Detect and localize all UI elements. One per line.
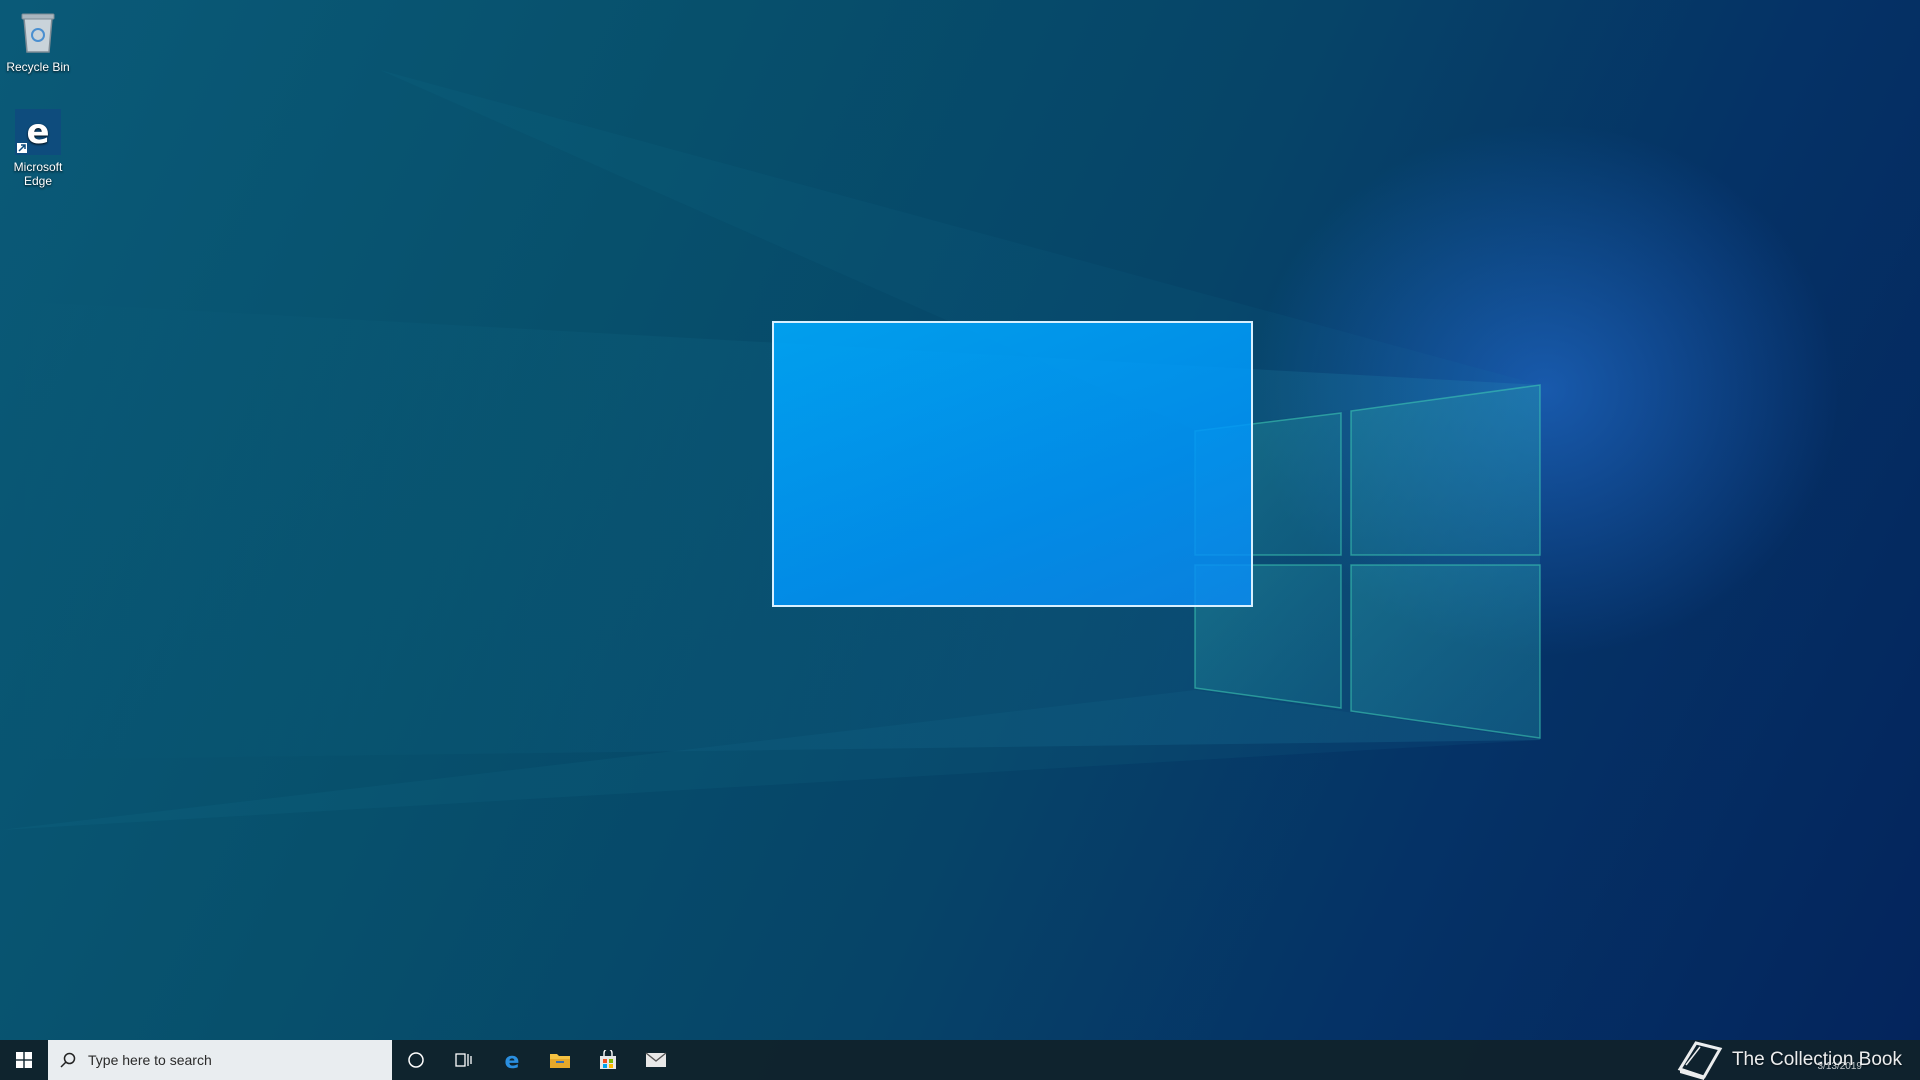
edge-icon: e xyxy=(12,106,64,158)
desktop[interactable]: Recycle Bin e Microsoft Edge Type here t… xyxy=(0,0,1920,1080)
taskbar-edge-button[interactable]: e xyxy=(488,1040,536,1080)
search-box[interactable]: Type here to search xyxy=(48,1040,392,1080)
cortana-button[interactable] xyxy=(392,1040,440,1080)
mail-icon xyxy=(645,1052,667,1067)
microsoft-edge-shortcut[interactable]: e Microsoft Edge xyxy=(1,106,75,188)
taskbar: Type here to search e The Collection Boo… xyxy=(0,1040,1920,1080)
svg-text:e: e xyxy=(26,112,49,152)
edge-icon: e xyxy=(505,1049,520,1071)
search-icon xyxy=(60,1052,76,1068)
svg-text:e: e xyxy=(505,1049,520,1071)
selection-rectangle xyxy=(772,321,1253,607)
task-view-button[interactable] xyxy=(440,1040,488,1080)
book-icon xyxy=(1677,1041,1723,1080)
microsoft-edge-label: Microsoft Edge xyxy=(13,160,63,188)
recycle-bin-shortcut[interactable]: Recycle Bin xyxy=(1,6,75,74)
cortana-icon xyxy=(408,1052,424,1068)
file-explorer-icon xyxy=(550,1054,570,1068)
search-placeholder: Type here to search xyxy=(88,1052,212,1068)
recycle-bin-icon xyxy=(12,6,64,58)
mail-button[interactable] xyxy=(632,1040,680,1080)
store-button[interactable] xyxy=(584,1040,632,1080)
store-icon xyxy=(600,1050,616,1069)
file-explorer-button[interactable] xyxy=(536,1040,584,1080)
watermark: The Collection Book xyxy=(1674,1039,1902,1080)
windows-start-icon xyxy=(16,1052,32,1068)
tray-date[interactable]: 3/13/2019 xyxy=(1818,1061,1863,1072)
system-tray: The Collection Book 3/13/2019 xyxy=(1674,1040,1920,1080)
task-view-icon xyxy=(455,1053,472,1067)
recycle-bin-label: Recycle Bin xyxy=(6,60,70,74)
start-button[interactable] xyxy=(0,1040,48,1080)
